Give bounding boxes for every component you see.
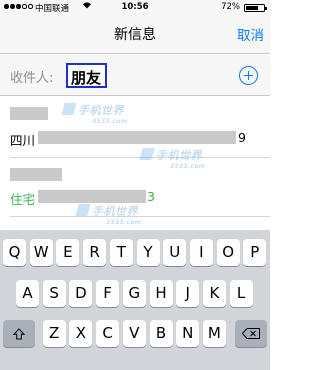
result-label: 住宅: [10, 192, 36, 207]
shift-icon: [13, 327, 25, 339]
key-j[interactable]: J: [176, 280, 200, 307]
contact-results-list: 四川 9 住宅 3 手机世界 3533.com 手机世界 3533.com 手机世界…: [0, 97, 270, 230]
delete-icon: [242, 328, 260, 339]
battery-percent: 72%: [221, 1, 240, 12]
key-p[interactable]: P: [243, 239, 267, 266]
key-q[interactable]: Q: [3, 239, 26, 266]
key-i[interactable]: I: [189, 239, 213, 266]
key-l[interactable]: L: [229, 280, 253, 307]
watermark: 手机世界 3533.com: [78, 104, 128, 125]
recipient-label: 收件人:: [10, 71, 54, 86]
watermark: 手机世界 3533.com: [156, 149, 206, 170]
key-t[interactable]: T: [109, 239, 133, 266]
contact-name-redacted: [10, 168, 62, 181]
battery-icon: [244, 3, 267, 12]
key-u[interactable]: U: [163, 239, 187, 266]
result-number-tail: 3: [147, 189, 155, 204]
key-o[interactable]: O: [216, 239, 240, 266]
key-m[interactable]: M: [202, 320, 226, 347]
key-e[interactable]: E: [56, 239, 80, 266]
key-r[interactable]: R: [83, 239, 107, 266]
result-number-tail: 9: [238, 130, 246, 145]
key-b[interactable]: B: [149, 320, 173, 347]
key-n[interactable]: N: [176, 320, 200, 347]
key-w[interactable]: W: [29, 239, 53, 266]
key-a[interactable]: A: [16, 280, 39, 307]
key-y[interactable]: Y: [136, 239, 160, 266]
contact-name-redacted: [10, 107, 48, 120]
status-bar: 中国联通 10:56 72%: [0, 0, 270, 14]
result-label: 四川: [10, 133, 36, 148]
key-f[interactable]: F: [96, 280, 120, 307]
phone-number-redacted: [38, 190, 146, 203]
key-s[interactable]: S: [42, 280, 66, 307]
key-x[interactable]: X: [69, 320, 93, 347]
plus-circle-icon[interactable]: [239, 66, 258, 85]
watermark: 手机世界 3533.com: [92, 205, 142, 226]
key-k[interactable]: K: [202, 280, 226, 307]
recipient-row: 收件人: 朋友: [0, 55, 270, 96]
key-d[interactable]: D: [69, 280, 93, 307]
key-h[interactable]: H: [149, 280, 173, 307]
key-c[interactable]: C: [96, 320, 120, 347]
key-v[interactable]: V: [122, 320, 146, 347]
key-z[interactable]: Z: [42, 320, 66, 347]
keyboard: Q W E R T Y U I O P A S D F G H J K L Z …: [0, 230, 270, 370]
recipient-input[interactable]: 朋友: [66, 63, 107, 88]
delete-key[interactable]: [235, 320, 267, 347]
nav-bar: 新信息 取消: [0, 14, 270, 54]
shift-key[interactable]: [3, 320, 35, 347]
page-title: 新信息: [114, 27, 156, 43]
key-g[interactable]: G: [122, 280, 146, 307]
phone-number-redacted: [38, 131, 236, 144]
cancel-button[interactable]: 取消: [237, 24, 264, 44]
